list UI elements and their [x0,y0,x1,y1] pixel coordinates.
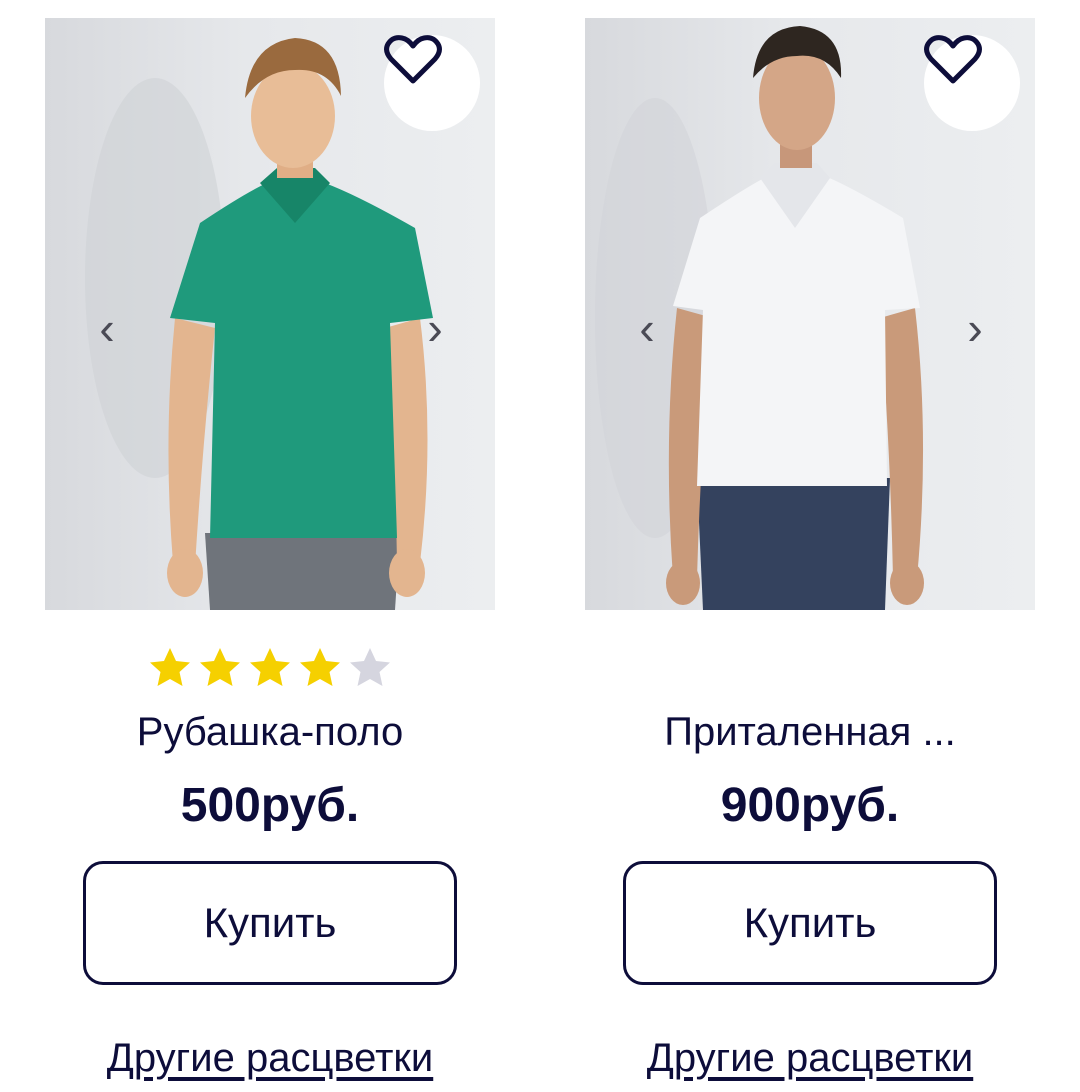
star-filled-icon [300,648,340,686]
chevron-left-icon[interactable]: ‹ [87,305,127,351]
product-image[interactable]: ‹ › [585,18,1035,610]
chevron-right-icon[interactable]: › [955,305,995,351]
star-filled-icon [200,648,240,686]
product-image[interactable]: ‹ › [45,18,495,610]
star-empty-icon [350,648,390,686]
favorite-button[interactable] [384,35,480,131]
favorite-button[interactable] [924,35,1020,131]
other-colors-link[interactable]: Другие расцветки [585,1036,1035,1081]
product-card: ‹ › Рубашка-поло 500руб. Купить Другие р… [45,18,495,1092]
product-card: ‹ › Приталенная ... 900руб. Купить Други… [585,18,1035,1092]
heart-outline-icon [384,35,442,84]
product-grid: ‹ › Рубашка-поло 500руб. Купить Другие р… [0,0,1080,1092]
product-price: 900руб. [720,779,900,832]
heart-outline-icon [924,35,982,84]
other-colors-link[interactable]: Другие расцветки [45,1036,495,1081]
buy-button[interactable]: Купить [623,861,997,985]
product-title[interactable]: Приталенная ... [585,710,1035,755]
chevron-left-icon[interactable]: ‹ [627,305,667,351]
product-price: 500руб. [180,779,360,832]
chevron-right-icon[interactable]: › [415,305,455,351]
buy-button[interactable]: Купить [83,861,457,985]
rating-stars [45,646,495,688]
star-filled-icon [150,648,190,686]
product-title[interactable]: Рубашка-поло [45,710,495,755]
star-filled-icon [250,648,290,686]
